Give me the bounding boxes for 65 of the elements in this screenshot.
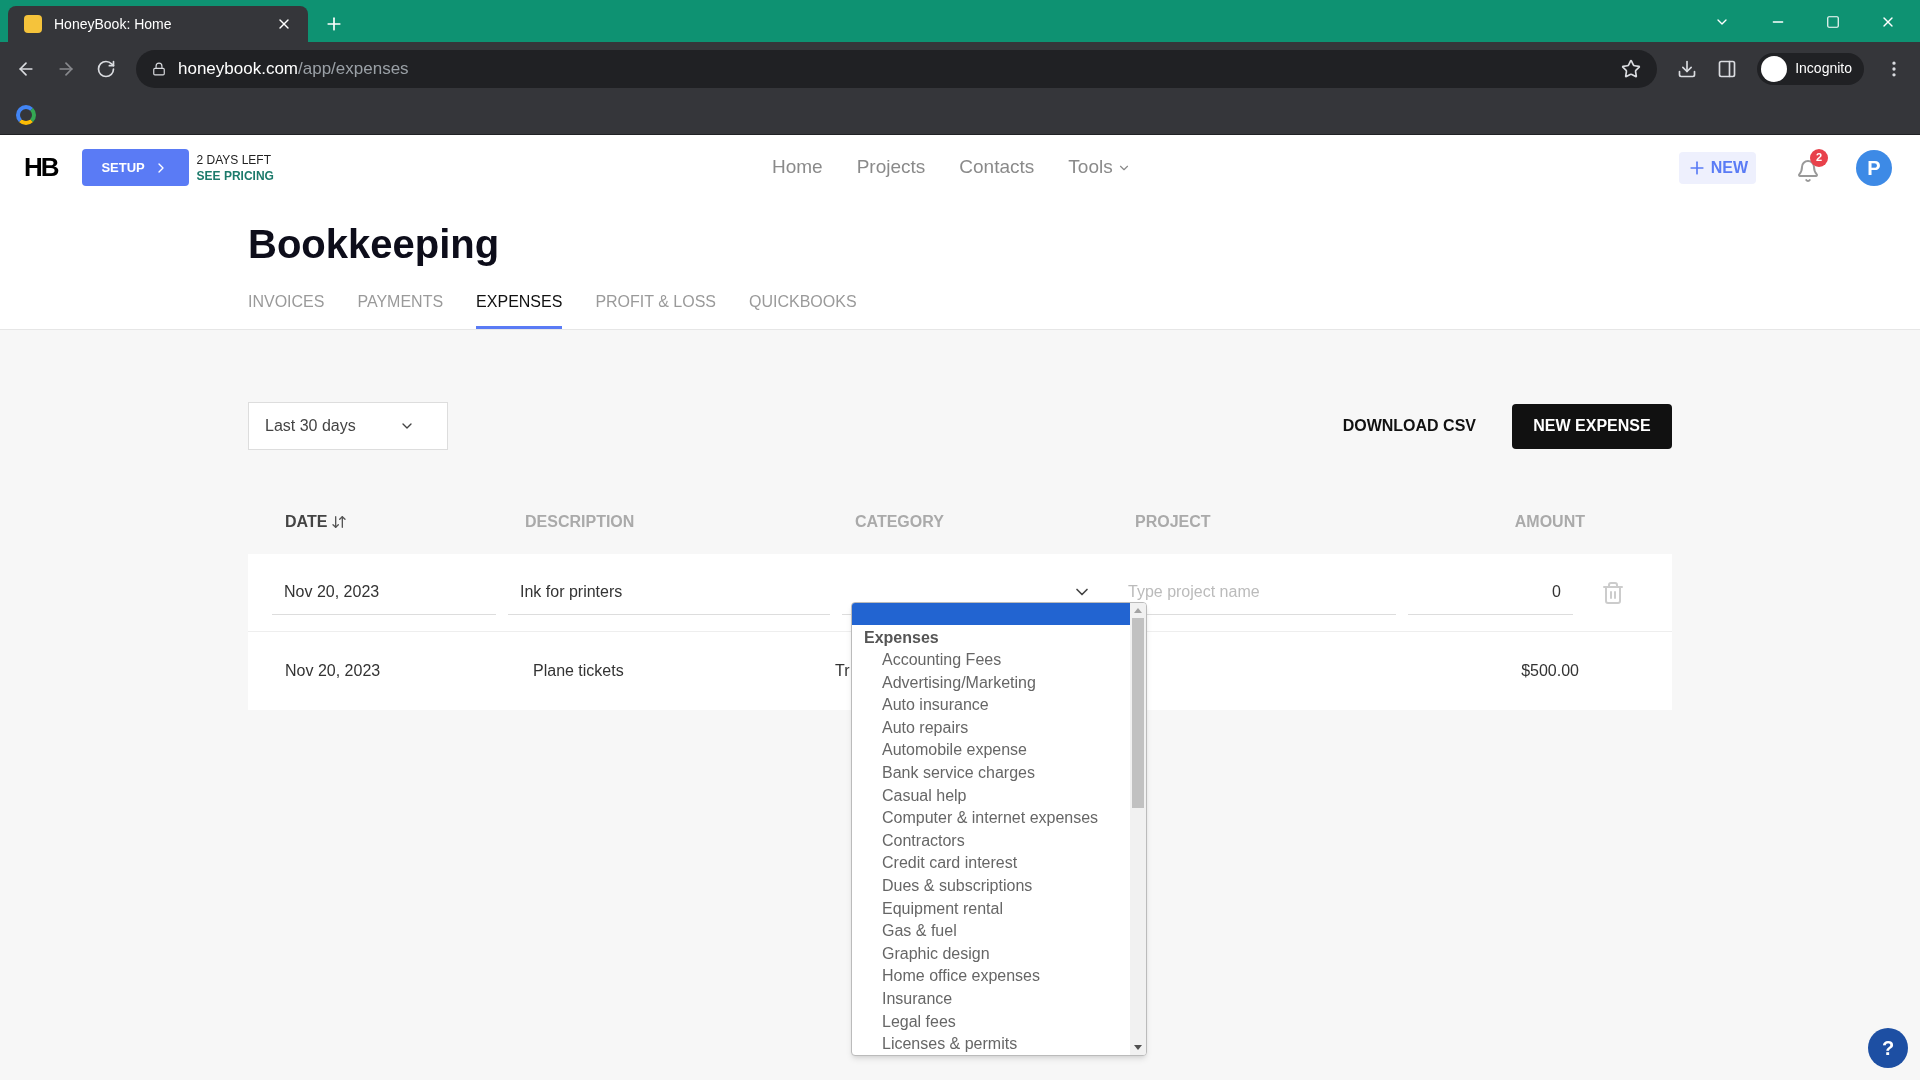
table-cell-text: Plane tickets — [533, 661, 625, 681]
address-bar[interactable]: honeybook.com/app/expenses — [136, 49, 1658, 88]
dropdown-option[interactable]: Bank service charges — [852, 761, 1130, 785]
nav-link[interactable]: Tools — [1068, 153, 1131, 182]
browser-tab[interactable]: HoneyBook: Home — [8, 6, 308, 42]
side-panel-icon[interactable] — [1717, 58, 1738, 79]
dropdown-option[interactable]: Dues & subscriptions — [852, 874, 1130, 898]
sort-icon[interactable] — [331, 514, 348, 530]
download-icon[interactable] — [1677, 58, 1698, 79]
notification-badge: 2 — [1810, 148, 1828, 167]
trial-days-left: 2 DAYS LEFT — [196, 151, 273, 168]
dropdown-option[interactable]: Licenses & permits — [852, 1033, 1130, 1055]
download-csv-button[interactable]: DOWNLOAD CSV — [1326, 404, 1492, 448]
dropdown-option[interactable]: Contractors — [852, 829, 1130, 853]
dropdown-option[interactable]: Computer & internet expenses — [852, 807, 1130, 830]
setup-button[interactable]: SETUP — [81, 149, 189, 186]
dropdown-option[interactable]: Casual help — [852, 784, 1130, 808]
date-range-select[interactable]: Last 30 days — [248, 402, 448, 450]
new-button[interactable]: NEW — [1678, 151, 1756, 184]
section-tab[interactable]: EXPENSES — [476, 290, 563, 329]
dropdown-option[interactable]: Auto insurance — [852, 694, 1130, 717]
dropdown-option[interactable]: Legal fees — [852, 1010, 1130, 1034]
dropdown-option[interactable]: Advertising/Marketing — [852, 671, 1130, 695]
dropdown-option[interactable]: Gas & fuel — [852, 920, 1130, 943]
nav-link[interactable]: Contacts — [959, 153, 1035, 182]
description-field[interactable]: Ink for printers — [508, 570, 830, 615]
date-field[interactable]: Nov 20, 2023 — [272, 570, 496, 615]
page-title: Bookkeeping — [248, 221, 501, 268]
nav-link[interactable]: Projects — [856, 153, 926, 182]
column-header: PROJECT — [1135, 512, 1211, 532]
dropdown-option[interactable]: Auto repairs — [852, 716, 1130, 740]
avatar[interactable]: P — [1856, 149, 1892, 186]
column-header[interactable]: DATE — [285, 510, 328, 534]
favicon-icon — [24, 15, 42, 33]
table-cell-text: $500.00 — [1521, 661, 1579, 681]
column-header: CATEGORY — [855, 512, 944, 532]
dropdown-option[interactable]: Equipment rental — [852, 897, 1130, 921]
table-cell-text: Nov 20, 2023 — [285, 661, 382, 681]
logo[interactable]: HB — [24, 148, 58, 187]
dropdown-option[interactable]: Accounting Fees — [852, 649, 1130, 672]
dropdown-option[interactable]: Insurance — [852, 987, 1130, 1011]
maximize-icon[interactable] — [1826, 15, 1840, 29]
option-group-label: Expenses — [863, 628, 940, 648]
tab-title: HoneyBook: Home — [54, 14, 172, 34]
profile-chip[interactable]: Incognito — [1757, 52, 1864, 85]
dropdown-option[interactable]: Automobile expense — [852, 739, 1130, 762]
new-expense-button[interactable]: NEW EXPENSE — [1512, 403, 1672, 449]
column-header: AMOUNT — [1514, 512, 1585, 532]
see-pricing-link[interactable]: SEE PRICING — [196, 167, 274, 184]
url-text: honeybook.com/app/expenses — [178, 57, 409, 80]
dropdown-option[interactable]: Credit card interest — [852, 852, 1130, 875]
help-button[interactable]: ? — [1868, 1028, 1908, 1068]
project-field[interactable]: Type project name — [1116, 570, 1396, 615]
dropdown-option[interactable]: Graphic design — [852, 942, 1130, 966]
scrollbar[interactable] — [1130, 603, 1146, 1055]
reload-icon[interactable] — [96, 58, 116, 79]
google-icon[interactable] — [16, 104, 36, 125]
column-header: DESCRIPTION — [525, 512, 635, 532]
scroll-down-icon[interactable] — [1134, 1045, 1142, 1050]
lock-icon — [152, 61, 166, 76]
amount-field[interactable]: 0 — [1408, 570, 1573, 615]
bookmark-star-icon[interactable] — [1621, 58, 1642, 79]
nav-link[interactable]: Home — [772, 153, 823, 182]
table-cell-text: Tr — [835, 661, 850, 681]
dropdown-option[interactable]: Home office expenses — [852, 965, 1130, 988]
